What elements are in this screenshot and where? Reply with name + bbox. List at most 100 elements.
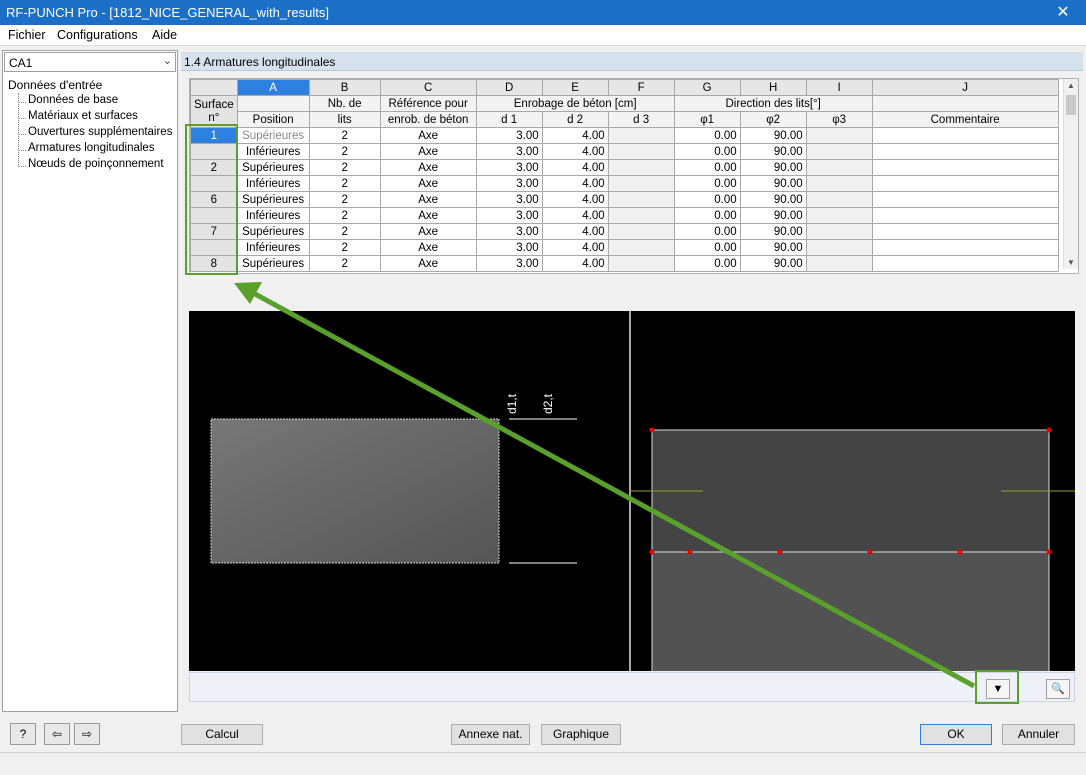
col-letter[interactable]: I bbox=[805, 79, 873, 96]
cell-nb[interactable]: 2 bbox=[308, 143, 381, 160]
cell-nb[interactable]: 2 bbox=[308, 223, 381, 240]
row-surface-number[interactable] bbox=[190, 239, 238, 256]
cell-comment[interactable] bbox=[871, 207, 1059, 224]
cell-d2[interactable]: 4.00 bbox=[541, 143, 609, 160]
cell-ref[interactable]: Axe bbox=[379, 223, 477, 240]
cell-phi3[interactable] bbox=[805, 191, 873, 208]
table-row[interactable]: 8 Supérieures 2 Axe 3.00 4.00 0.00 90.00 bbox=[190, 255, 1059, 272]
cell-nb[interactable]: 2 bbox=[308, 175, 381, 192]
col-letter[interactable]: F bbox=[607, 79, 675, 96]
cell-phi2[interactable]: 90.00 bbox=[739, 175, 807, 192]
calcul-button[interactable]: Calcul bbox=[181, 724, 263, 745]
cell-d2[interactable]: 4.00 bbox=[541, 255, 609, 272]
cell-ref[interactable]: Axe bbox=[379, 159, 477, 176]
row-surface-number[interactable] bbox=[190, 175, 238, 192]
row-surface-number[interactable]: 1 bbox=[190, 127, 238, 144]
cell-ref[interactable]: Axe bbox=[379, 143, 477, 160]
cell-nb[interactable]: 2 bbox=[308, 207, 381, 224]
row-surface-number[interactable] bbox=[190, 207, 238, 224]
cell-position[interactable]: Inférieures bbox=[236, 207, 310, 224]
cell-ref[interactable]: Axe bbox=[379, 207, 477, 224]
cell-d1[interactable]: 3.00 bbox=[475, 159, 543, 176]
table-scrollbar[interactable]: ▲ ▼ bbox=[1063, 79, 1078, 269]
cell-phi1[interactable]: 0.00 bbox=[673, 175, 741, 192]
cell-position[interactable]: Supérieures bbox=[236, 255, 310, 272]
table-row[interactable]: 2 Supérieures 2 Axe 3.00 4.00 0.00 90.00 bbox=[190, 159, 1059, 176]
cell-comment[interactable] bbox=[871, 223, 1059, 240]
cell-nb[interactable]: 2 bbox=[308, 191, 381, 208]
cell-phi1[interactable]: 0.00 bbox=[673, 239, 741, 256]
close-icon[interactable]: ✕ bbox=[1040, 0, 1086, 25]
cell-position[interactable]: Inférieures bbox=[236, 143, 310, 160]
cell-d3[interactable] bbox=[607, 239, 675, 256]
col-letter[interactable]: H bbox=[739, 79, 807, 96]
tree-item-longitudinal-reinforcement[interactable]: Armatures longitudinales bbox=[28, 142, 155, 154]
table-row[interactable]: Inférieures 2 Axe 3.00 4.00 0.00 90.00 bbox=[190, 239, 1059, 256]
cell-nb[interactable]: 2 bbox=[308, 127, 381, 144]
cell-phi2[interactable]: 90.00 bbox=[739, 191, 807, 208]
cell-d3[interactable] bbox=[607, 143, 675, 160]
cell-phi2[interactable]: 90.00 bbox=[739, 127, 807, 144]
cell-d3[interactable] bbox=[607, 175, 675, 192]
chevron-down-icon[interactable]: ⌄ bbox=[163, 54, 172, 67]
cell-position[interactable]: Supérieures bbox=[236, 159, 310, 176]
cell-phi1[interactable]: 0.00 bbox=[673, 143, 741, 160]
import-icon[interactable]: ⇦ bbox=[44, 723, 70, 745]
col-letter[interactable]: C bbox=[379, 79, 477, 96]
cell-ref[interactable]: Axe bbox=[379, 191, 477, 208]
ok-button[interactable]: OK bbox=[920, 724, 992, 745]
export-icon[interactable]: ⇨ bbox=[74, 723, 100, 745]
graphic-viewport[interactable]: d1,t d2,t bbox=[189, 311, 1075, 671]
tree-item-basic-data[interactable]: Données de base bbox=[28, 94, 118, 106]
row-surface-number[interactable]: 7 bbox=[190, 223, 238, 240]
cell-phi3[interactable] bbox=[805, 143, 873, 160]
cell-phi2[interactable]: 90.00 bbox=[739, 239, 807, 256]
case-select[interactable]: CA1 ⌄ bbox=[4, 52, 176, 72]
scroll-thumb[interactable] bbox=[1066, 95, 1076, 115]
cell-phi2[interactable]: 90.00 bbox=[739, 143, 807, 160]
cell-comment[interactable] bbox=[871, 159, 1059, 176]
cell-phi2[interactable]: 90.00 bbox=[739, 255, 807, 272]
col-letter[interactable]: D bbox=[475, 79, 543, 96]
cell-ref[interactable]: Axe bbox=[379, 127, 477, 144]
cell-d1[interactable]: 3.00 bbox=[475, 223, 543, 240]
cell-phi2[interactable]: 90.00 bbox=[739, 223, 807, 240]
cell-ref[interactable]: Axe bbox=[379, 175, 477, 192]
cell-nb[interactable]: 2 bbox=[308, 159, 381, 176]
graphique-button[interactable]: Graphique bbox=[541, 724, 621, 745]
cell-phi1[interactable]: 0.00 bbox=[673, 159, 741, 176]
cell-d1[interactable]: 3.00 bbox=[475, 143, 543, 160]
menu-help[interactable]: Aide bbox=[152, 28, 177, 42]
cell-position[interactable]: Supérieures bbox=[236, 191, 310, 208]
cell-phi3[interactable] bbox=[805, 223, 873, 240]
filter-icon[interactable]: ▼ bbox=[986, 679, 1010, 699]
cell-comment[interactable] bbox=[871, 175, 1059, 192]
cell-d3[interactable] bbox=[607, 207, 675, 224]
table-row[interactable]: Inférieures 2 Axe 3.00 4.00 0.00 90.00 bbox=[190, 207, 1059, 224]
annexe-button[interactable]: Annexe nat. bbox=[451, 724, 530, 745]
cell-d1[interactable]: 3.00 bbox=[475, 207, 543, 224]
col-letter[interactable]: B bbox=[308, 79, 381, 96]
menu-file[interactable]: Fichier bbox=[8, 28, 46, 42]
cell-ref[interactable]: Axe bbox=[379, 255, 477, 272]
cell-phi3[interactable] bbox=[805, 127, 873, 144]
cell-comment[interactable] bbox=[871, 143, 1059, 160]
cell-d1[interactable]: 3.00 bbox=[475, 255, 543, 272]
table-row[interactable]: 7 Supérieures 2 Axe 3.00 4.00 0.00 90.00 bbox=[190, 223, 1059, 240]
cell-d2[interactable]: 4.00 bbox=[541, 191, 609, 208]
cell-position[interactable]: Inférieures bbox=[236, 175, 310, 192]
cell-phi1[interactable]: 0.00 bbox=[673, 191, 741, 208]
cell-phi3[interactable] bbox=[805, 207, 873, 224]
cell-nb[interactable]: 2 bbox=[308, 239, 381, 256]
cell-d3[interactable] bbox=[607, 191, 675, 208]
cell-position[interactable]: Inférieures bbox=[236, 239, 310, 256]
tree-item-punching-nodes[interactable]: Nœuds de poinçonnement bbox=[28, 158, 164, 170]
cell-d2[interactable]: 4.00 bbox=[541, 207, 609, 224]
cell-phi3[interactable] bbox=[805, 175, 873, 192]
cell-d1[interactable]: 3.00 bbox=[475, 175, 543, 192]
cell-d1[interactable]: 3.00 bbox=[475, 127, 543, 144]
cell-phi1[interactable]: 0.00 bbox=[673, 127, 741, 144]
cell-position[interactable]: Supérieures bbox=[236, 127, 310, 144]
table-row[interactable]: Inférieures 2 Axe 3.00 4.00 0.00 90.00 bbox=[190, 175, 1059, 192]
table-row[interactable]: 1 Supérieures 2 Axe 3.00 4.00 0.00 90.00 bbox=[190, 127, 1059, 144]
